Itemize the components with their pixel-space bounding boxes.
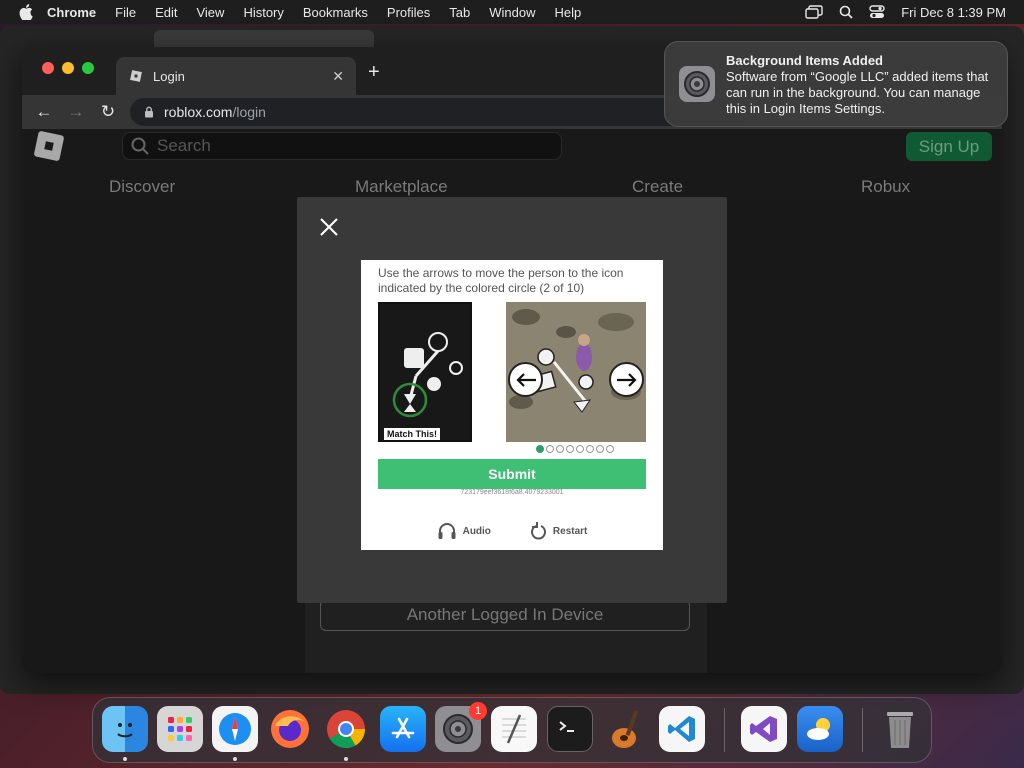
another-logged-in-device-button[interactable]: Another Logged In Device (320, 599, 690, 631)
menu-view[interactable]: View (196, 5, 224, 20)
close-icon[interactable] (319, 217, 339, 237)
tab-close-icon[interactable]: ✕ (332, 68, 344, 85)
screen-mirroring-icon[interactable] (805, 5, 823, 19)
dock-separator (724, 708, 725, 752)
audio-button[interactable]: Audio (437, 522, 491, 540)
captcha-footer: Audio Restart (361, 522, 663, 540)
dock-finder-running-dot (123, 757, 127, 761)
menu-app-chrome[interactable]: Chrome (47, 5, 96, 20)
dock-safari-icon[interactable] (212, 706, 258, 752)
session-id: 723179eef3618f6a8.4079233001 (460, 489, 564, 496)
progress-dot (556, 445, 564, 453)
control-center-icon[interactable] (869, 5, 885, 19)
progress-dot (536, 445, 544, 453)
dock-trash-icon[interactable] (877, 706, 923, 752)
arrow-left-button[interactable] (508, 362, 543, 397)
progress-dot (586, 445, 594, 453)
match-this-label: Match This! (384, 428, 441, 440)
roblox-logo-icon[interactable] (33, 130, 65, 162)
progress-dots (536, 445, 614, 453)
menu-history[interactable]: History (243, 5, 283, 20)
dock-chrome-icon[interactable] (323, 706, 369, 752)
roblox-header: Search Sign Up Discover Marketplace Crea… (22, 129, 1002, 199)
apple-icon[interactable] (19, 4, 33, 20)
dock-visual-studio-icon[interactable] (741, 706, 787, 752)
captcha-instruction: Use the arrows to move the person to the… (378, 266, 624, 295)
notification-body: Software from “Google LLC” added items t… (726, 69, 989, 116)
audio-label: Audio (462, 525, 491, 537)
url-host: roblox.com (164, 104, 233, 120)
tab-title: Login (153, 68, 185, 84)
headphones-icon (438, 523, 456, 539)
dock-garageband-icon[interactable] (603, 706, 649, 752)
forward-arrow-icon[interactable]: → (60, 102, 92, 122)
restart-button[interactable]: Restart (530, 522, 588, 540)
dock-app-store-icon[interactable] (380, 706, 426, 752)
progress-dot (576, 445, 584, 453)
dock-safari-running-dot (233, 757, 237, 761)
dock-firefox-icon[interactable] (267, 706, 313, 752)
dock-vscode-icon[interactable] (659, 706, 705, 752)
dock-textedit-icon[interactable] (491, 706, 537, 752)
restart-label: Restart (552, 525, 588, 537)
restart-icon (530, 522, 546, 540)
partial-signup-text (370, 667, 670, 673)
dock-system-settings-icon[interactable]: 1 (435, 702, 487, 752)
dock-terminal-icon[interactable] (547, 706, 593, 752)
new-tab-icon[interactable]: + (368, 61, 380, 84)
spotlight-search-icon[interactable] (839, 5, 853, 19)
maximize-window-button[interactable] (82, 62, 94, 74)
menu-tab[interactable]: Tab (449, 5, 470, 20)
menubar-clock[interactable]: Fri Dec 8 1:39 PM (901, 5, 1006, 20)
notification-title: Background Items Added (726, 53, 883, 68)
minimize-window-button[interactable] (62, 62, 74, 74)
target-figure-image (380, 304, 470, 440)
menu-bookmarks[interactable]: Bookmarks (303, 5, 368, 20)
lock-icon[interactable] (144, 106, 154, 118)
match-target-image: Match This! (378, 302, 472, 442)
menu-bar: Chrome File Edit View History Bookmarks … (0, 0, 1024, 24)
dock-chrome-running-dot (344, 757, 348, 761)
submit-button[interactable]: Submit (378, 459, 646, 489)
reload-icon[interactable]: ↻ (92, 102, 124, 122)
tab-login[interactable]: Login ✕ (116, 57, 356, 95)
url-path: /login (232, 104, 266, 120)
dock-launchpad-icon[interactable] (157, 706, 203, 752)
search-placeholder: Search (157, 136, 211, 155)
close-window-button[interactable] (42, 62, 54, 74)
search-input[interactable]: Search (122, 132, 562, 160)
window-controls (42, 62, 94, 74)
progress-dot (596, 445, 604, 453)
progress-dot (546, 445, 554, 453)
address-bar[interactable]: roblox.com/login (130, 98, 750, 126)
background-items-notification[interactable]: Background Items Added Software from “Go… (664, 41, 1008, 127)
back-arrow-icon[interactable]: ← (28, 102, 60, 122)
nav-create[interactable]: Create (632, 177, 683, 197)
system-settings-gear-icon (679, 66, 715, 102)
captcha-modal: Use the arrows to move the person to the… (297, 197, 727, 603)
roblox-favicon-icon (130, 70, 142, 82)
menu-profiles[interactable]: Profiles (387, 5, 430, 20)
nav-discover[interactable]: Discover (109, 177, 175, 197)
arrow-left-icon (515, 372, 536, 387)
settings-badge: 1 (469, 702, 487, 720)
dock-finder-icon[interactable] (102, 706, 148, 752)
sign-up-button[interactable]: Sign Up (906, 132, 992, 161)
progress-dot (606, 445, 614, 453)
progress-dot (566, 445, 574, 453)
menu-window[interactable]: Window (489, 5, 535, 20)
dock: 1 (92, 697, 932, 763)
menu-edit[interactable]: Edit (155, 5, 177, 20)
arrow-right-icon (616, 372, 637, 387)
menu-file[interactable]: File (115, 5, 136, 20)
dock-weather-icon[interactable] (797, 706, 843, 752)
arrow-right-button[interactable] (609, 362, 644, 397)
dock-separator-2 (862, 708, 863, 752)
search-icon (131, 137, 149, 155)
captcha-panel: Use the arrows to move the person to the… (361, 260, 663, 550)
nav-robux[interactable]: Robux (861, 177, 910, 197)
nav-marketplace[interactable]: Marketplace (355, 177, 448, 197)
menu-help[interactable]: Help (555, 5, 582, 20)
